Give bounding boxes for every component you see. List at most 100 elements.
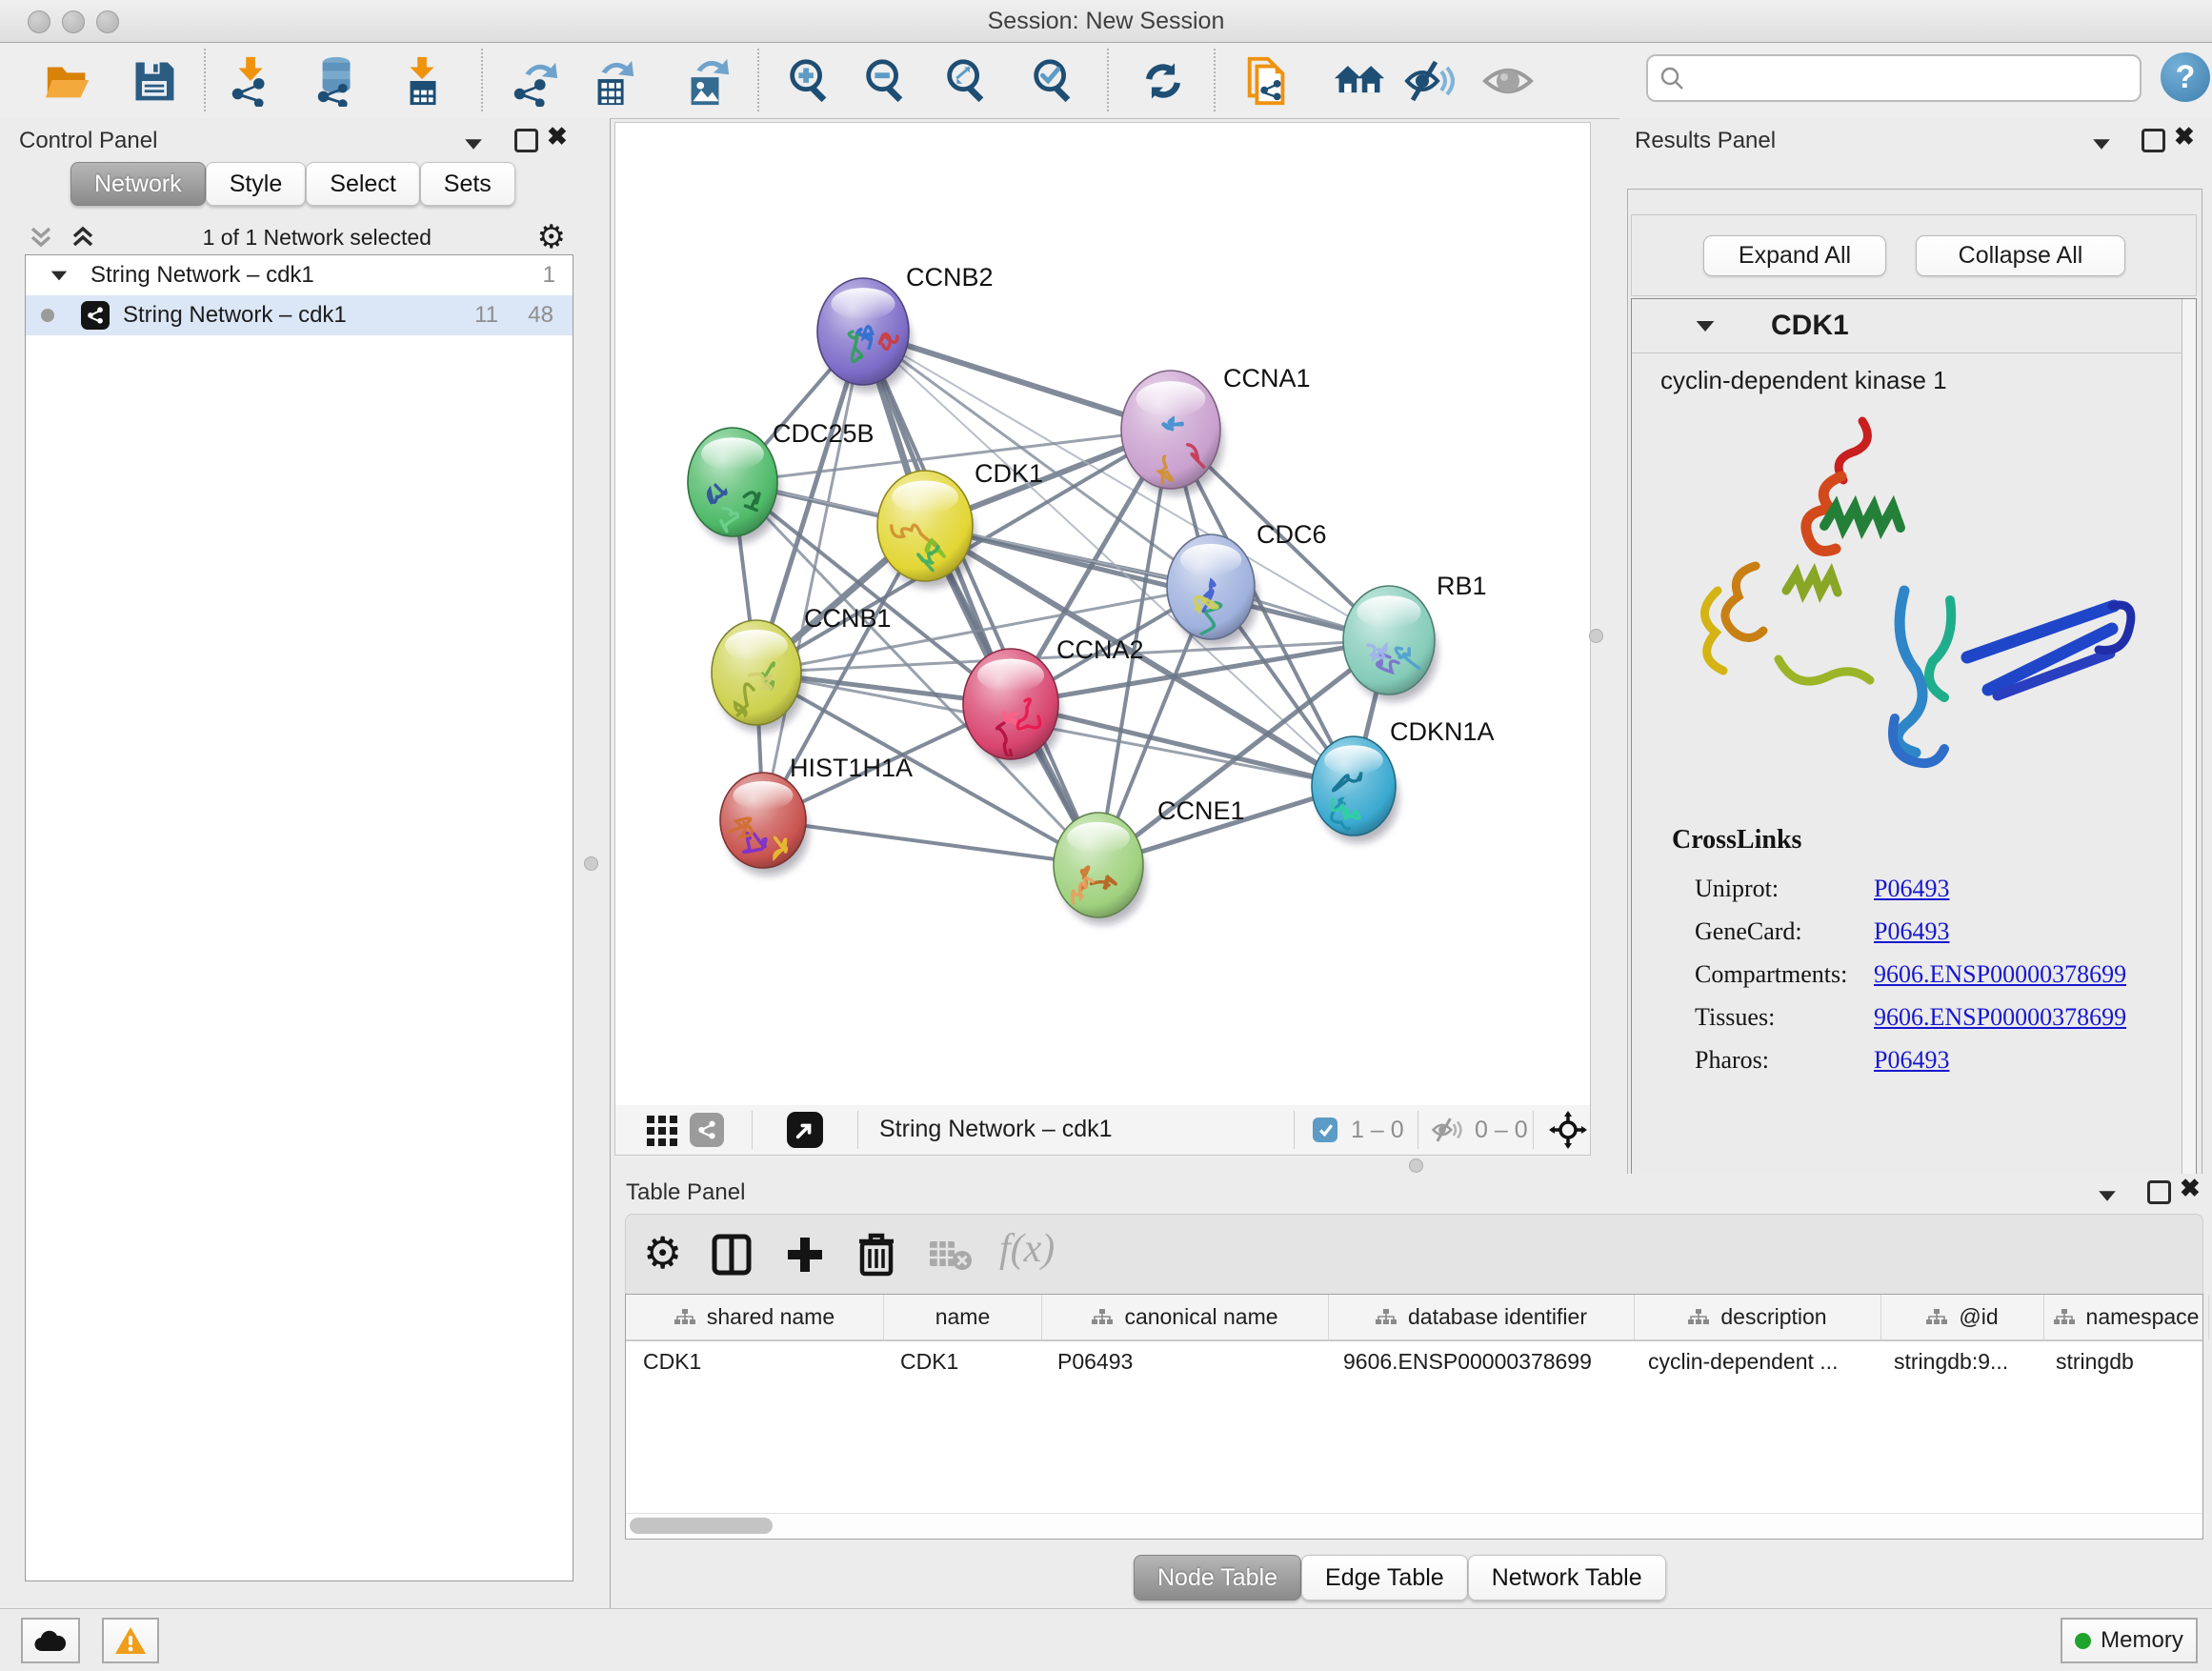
panel-float-icon[interactable] [514,129,538,158]
panel-menu-icon[interactable] [2091,131,2112,156]
panel-menu-icon[interactable] [463,131,484,156]
toolbar-separator [1107,49,1109,111]
gene-section-header[interactable]: CDK1 [1632,299,2182,353]
search-input[interactable] [1646,54,2142,102]
crosslinks-title: CrossLinks [1672,825,1801,856]
column-header-namespace[interactable]: namespace [2044,1295,2209,1339]
table-cell[interactable]: P06493 [1040,1341,1326,1381]
open-in-new-icon[interactable] [787,1112,823,1148]
table-cell[interactable]: CDK1 [883,1341,1040,1381]
network-node-CCNA2 [963,649,1061,766]
birds-eye-toggle-icon[interactable] [1549,1111,1587,1149]
delete-column-icon[interactable] [856,1232,896,1278]
tab-node-table[interactable]: Node Table [1134,1555,1301,1601]
panel-menu-icon[interactable] [2097,1183,2118,1208]
tab-sets[interactable]: Sets [420,162,515,206]
warning-button[interactable] [102,1618,159,1663]
scrollbar-thumb[interactable] [630,1518,773,1534]
toolbar-separator [481,49,483,111]
column-header-canonical-name[interactable]: canonical name [1042,1295,1329,1339]
panel-close-icon[interactable]: ✖ [2174,124,2195,149]
node-label-CCNB2: CCNB2 [906,263,994,292]
network-canvas[interactable]: CCNB2CCNA1CDC25BCDK1CDC6RB1CCNB1CCNA2CDK… [614,122,1591,1107]
table-cell[interactable]: CDK1 [626,1341,883,1381]
results-scrollbar[interactable] [2182,299,2196,1212]
gear-icon[interactable]: ⚙ [537,223,566,252]
tab-network-table[interactable]: Network Table [1468,1555,1666,1601]
tab-select[interactable]: Select [306,162,419,206]
home-button[interactable] [1332,52,1387,110]
crosslink-row: GeneCard:P06493 [1632,910,2165,953]
export-table-button[interactable] [585,52,640,110]
crosslinks-list: Uniprot:P06493GeneCard:P06493Compartment… [1632,867,2165,1081]
collapse-all-icon[interactable] [27,223,55,252]
column-header-shared-name[interactable]: shared name [626,1295,884,1339]
table-cell[interactable]: cyclin-dependent ... [1631,1341,1877,1381]
network-collection-row[interactable]: String Network – cdk1 1 [26,255,573,295]
memory-button[interactable]: Memory [2061,1618,2198,1663]
selected-checkbox[interactable] [1313,1117,1337,1142]
network-graph[interactable]: CCNB2CCNA1CDC25BCDK1CDC6RB1CCNB1CCNA2CDK… [615,123,1590,1106]
zoom-selected-icon [1028,55,1079,107]
crosslink-link[interactable]: P06493 [1874,917,1949,946]
import-table-button[interactable] [395,52,451,110]
crosslink-link[interactable]: 9606.ENSP00000378699 [1874,960,2126,989]
export-network-button[interactable] [507,52,562,110]
toolbar-separator [1294,1111,1295,1149]
crosslink-link[interactable]: P06493 [1874,1046,1949,1075]
vertical-splitter-handle[interactable] [584,856,598,871]
import-network-file-button[interactable] [224,52,279,110]
crosslink-link[interactable]: 9606.ENSP00000378699 [1874,1003,2126,1032]
table-cell[interactable]: stringdb:9... [1877,1341,2039,1381]
function-builder-icon: f(x) [999,1226,1055,1272]
panel-float-icon[interactable] [2142,129,2165,158]
vertical-splitter-handle[interactable] [1589,629,1603,643]
tab-style[interactable]: Style [206,162,307,206]
zoom-in-button[interactable] [782,52,837,110]
column-header-@id[interactable]: @id [1881,1295,2044,1339]
crosslink-link[interactable]: P06493 [1874,875,1949,903]
zoom-fit-button[interactable] [939,52,995,110]
namespace-tree-icon [1688,1309,1709,1326]
copy-share-button[interactable] [1240,52,1296,110]
save-session-button[interactable] [127,52,182,110]
column-header-name[interactable]: name [884,1295,1042,1339]
zoom-selected-button[interactable] [1026,52,1081,110]
horizontal-splitter-handle[interactable] [1409,1158,1423,1173]
hidden-eye-slash-icon[interactable] [1431,1116,1463,1144]
export-image-button[interactable] [678,52,734,110]
column-header-database-identifier[interactable]: database identifier [1329,1295,1635,1339]
tab-network[interactable]: Network [70,162,206,206]
split-columns-icon[interactable] [712,1234,752,1276]
tab-edge-table[interactable]: Edge Table [1301,1555,1468,1601]
zoom-out-button[interactable] [858,52,914,110]
panel-float-icon[interactable] [2147,1180,2171,1210]
import-network-database-button[interactable] [310,52,365,110]
network-share-icon[interactable] [690,1113,724,1147]
table-gear-icon[interactable]: ⚙ [643,1228,682,1278]
help-button[interactable]: ? [2161,52,2210,102]
hide-selected-button[interactable] [1402,52,1458,110]
expand-all-icon[interactable] [69,223,97,252]
collapse-all-button[interactable]: Collapse All [1916,235,2125,276]
panel-close-icon[interactable]: ✖ [2180,1176,2201,1200]
column-header-description[interactable]: description [1635,1295,1881,1339]
table-horizontal-scrollbar[interactable] [626,1513,2202,1539]
section-collapse-icon[interactable] [1697,320,1715,331]
expand-all-button[interactable]: Expand All [1703,235,1886,276]
open-session-button[interactable] [41,52,96,110]
table-cell[interactable]: stringdb [2039,1341,2202,1381]
cloud-button[interactable] [21,1618,80,1663]
refresh-button[interactable] [1136,52,1191,110]
table-cell[interactable]: 9606.ENSP00000378699 [1326,1341,1631,1381]
add-column-icon[interactable] [784,1234,826,1276]
export-image-icon [680,55,732,107]
network-row-selected[interactable]: String Network – cdk1 11 48 [26,295,573,335]
table-row[interactable]: CDK1CDK1P064939606.ENSP00000378699cyclin… [626,1341,2202,1381]
show-all-button[interactable] [1480,52,1536,110]
grid-view-icon[interactable] [646,1115,678,1147]
network-view-title: String Network – cdk1 [879,1116,1113,1143]
tree-expand-icon[interactable] [51,271,68,280]
panel-close-icon[interactable]: ✖ [547,124,568,149]
node-table[interactable]: shared namenamecanonical namedatabase id… [625,1294,2203,1540]
